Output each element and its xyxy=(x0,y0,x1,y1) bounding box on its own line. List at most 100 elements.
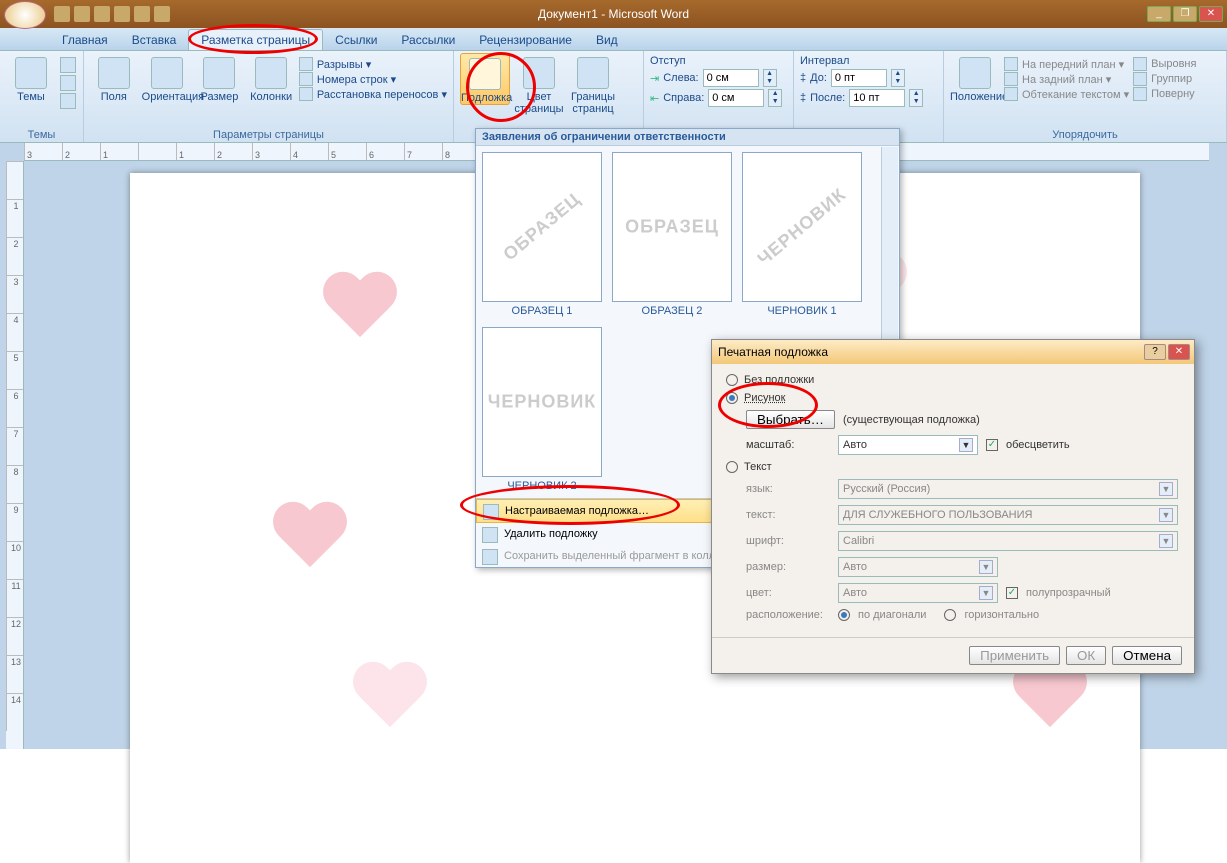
select-picture-button[interactable]: Выбрать… xyxy=(746,410,835,429)
orientation-button[interactable]: Ориентация xyxy=(142,53,192,103)
margins-button[interactable]: Поля xyxy=(90,53,138,103)
theme-fonts-icon[interactable] xyxy=(60,75,76,91)
text-wrap-button: Обтекание текстом ▾ xyxy=(1004,87,1129,101)
washout-checkbox[interactable]: ✓ xyxy=(986,439,998,451)
save-selection-icon xyxy=(482,549,498,565)
spacing-header: Интервал xyxy=(800,53,937,69)
existing-watermark-hint: (существующая подложка) xyxy=(843,414,980,426)
spacing-after-input[interactable] xyxy=(849,89,905,107)
group-icon xyxy=(1133,72,1147,86)
indent-right-input[interactable] xyxy=(708,89,764,107)
radio-picture[interactable]: Рисунок xyxy=(726,392,1180,404)
chevron-down-icon: ▼ xyxy=(1159,508,1173,522)
custom-watermark-icon xyxy=(483,504,499,520)
indent-right-icon: ⇤ xyxy=(650,92,659,105)
spacing-before-spinner[interactable]: ▲▼ xyxy=(891,69,905,87)
theme-colors-icon[interactable] xyxy=(60,57,76,73)
qat-save-icon[interactable] xyxy=(54,6,70,22)
themes-button[interactable]: Темы xyxy=(6,53,56,103)
qat-undo-icon[interactable] xyxy=(74,6,90,22)
close-button[interactable]: ✕ xyxy=(1199,6,1223,22)
qat-print-icon[interactable] xyxy=(114,6,130,22)
group-label-page-setup: Параметры страницы xyxy=(84,129,453,141)
watermark-thumb-sample1[interactable]: ОБРАЗЕЦ xyxy=(482,152,602,302)
tab-mailings[interactable]: Рассылки xyxy=(389,30,467,50)
dialog-close-button[interactable]: ✕ xyxy=(1168,344,1190,360)
window-titlebar: Документ1 - Microsoft Word _ ❐ ✕ xyxy=(0,0,1227,28)
watermark-icon xyxy=(469,58,501,90)
watermark-thumb-draft2[interactable]: ЧЕРНОВИК xyxy=(482,327,602,477)
spacing-before-input[interactable] xyxy=(831,69,887,87)
indent-right-spinner[interactable]: ▲▼ xyxy=(768,89,782,107)
gallery-section-header: Заявления об ограничении ответственности xyxy=(476,129,899,146)
align-button: Выровня xyxy=(1133,57,1196,71)
rotate-button: Поверну xyxy=(1133,87,1196,101)
remove-watermark-icon xyxy=(482,527,498,543)
rotate-icon xyxy=(1133,87,1147,101)
indent-left-input[interactable] xyxy=(703,69,759,87)
watermark-thumb-draft1[interactable]: ЧЕРНОВИК xyxy=(742,152,862,302)
spacing-after-icon: ‡ xyxy=(800,92,806,104)
themes-label: Темы xyxy=(6,91,56,103)
vertical-ruler[interactable]: 1234567891011121314 xyxy=(6,161,24,749)
line-numbers-icon xyxy=(299,72,313,86)
page-color-icon xyxy=(523,57,555,89)
align-icon xyxy=(1133,57,1147,71)
chevron-down-icon: ▼ xyxy=(959,438,973,452)
dialog-titlebar[interactable]: Печатная подложка ? ✕ xyxy=(712,340,1194,364)
ribbon-tabs: Главная Вставка Разметка страницы Ссылки… xyxy=(0,28,1227,51)
position-button[interactable]: Положение xyxy=(950,53,1000,103)
line-numbers-button[interactable]: Номера строк ▾ xyxy=(299,72,447,86)
tab-home[interactable]: Главная xyxy=(50,30,120,50)
semitransparent-checkbox: ✓ xyxy=(1006,587,1018,599)
spacing-before-icon: ‡ xyxy=(800,72,806,84)
page-borders-icon xyxy=(577,57,609,89)
radio-no-watermark[interactable]: Без подложки xyxy=(726,374,1180,386)
apply-button: Применить xyxy=(969,646,1060,665)
page-borders-button[interactable]: Границы страниц xyxy=(568,53,618,115)
hyphenation-button[interactable]: Расстановка переносов ▾ xyxy=(299,87,447,101)
color-select: Авто▼ xyxy=(838,583,998,603)
spacing-after-spinner[interactable]: ▲▼ xyxy=(909,89,923,107)
themes-icon xyxy=(15,57,47,89)
quick-access-toolbar xyxy=(54,6,170,22)
office-button[interactable] xyxy=(4,1,46,29)
tab-references[interactable]: Ссылки xyxy=(323,30,389,50)
columns-icon xyxy=(255,57,287,89)
font-select: Calibri▼ xyxy=(838,531,1178,551)
text-select: ДЛЯ СЛУЖЕБНОГО ПОЛЬЗОВАНИЯ▼ xyxy=(838,505,1178,525)
indent-left-spinner[interactable]: ▲▼ xyxy=(763,69,777,87)
ok-button: ОК xyxy=(1066,646,1106,665)
window-title: Документ1 - Microsoft Word xyxy=(538,7,689,21)
layout-horizontal-radio xyxy=(944,609,956,621)
tab-page-layout[interactable]: Разметка страницы xyxy=(188,29,323,50)
radio-text[interactable]: Текст xyxy=(726,461,1180,473)
tab-insert[interactable]: Вставка xyxy=(120,30,189,50)
minimize-button[interactable]: _ xyxy=(1147,6,1171,22)
breaks-button[interactable]: Разрывы ▾ xyxy=(299,57,447,71)
margins-icon xyxy=(98,57,130,89)
tab-review[interactable]: Рецензирование xyxy=(467,30,584,50)
send-to-back-icon xyxy=(1004,72,1018,86)
maximize-button[interactable]: ❐ xyxy=(1173,6,1197,22)
language-select: Русский (Россия)▼ xyxy=(838,479,1178,499)
dialog-help-button[interactable]: ? xyxy=(1144,344,1166,360)
position-icon xyxy=(959,57,991,89)
group-label-themes: Темы xyxy=(0,129,83,141)
size-button[interactable]: Размер xyxy=(196,53,244,103)
qat-redo-icon[interactable] xyxy=(94,6,110,22)
bring-to-front-icon xyxy=(1004,57,1018,71)
qat-preview-icon[interactable] xyxy=(134,6,150,22)
watermark-thumb-sample2[interactable]: ОБРАЗЕЦ xyxy=(612,152,732,302)
columns-button[interactable]: Колонки xyxy=(247,53,295,103)
tab-view[interactable]: Вид xyxy=(584,30,630,50)
watermark-button[interactable]: Подложка xyxy=(460,53,510,105)
size-select: Авто▼ xyxy=(838,557,998,577)
theme-effects-icon[interactable] xyxy=(60,93,76,109)
qat-more-icon[interactable] xyxy=(154,6,170,22)
layout-diagonal-radio xyxy=(838,609,850,621)
indent-header: Отступ xyxy=(650,53,787,69)
page-color-button[interactable]: Цвет страницы xyxy=(514,53,564,115)
scale-select[interactable]: Авто▼ xyxy=(838,435,978,455)
cancel-button[interactable]: Отмена xyxy=(1112,646,1182,665)
